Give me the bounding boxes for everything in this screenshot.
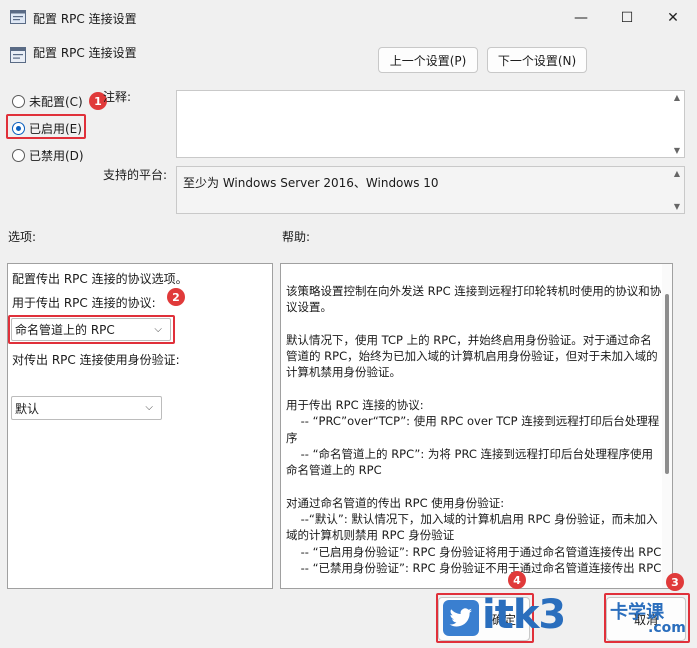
highlight-enabled bbox=[6, 114, 86, 139]
help-panel[interactable]: 该策略设置控制在向外发送 RPC 连接到远程打印轮转机时使用的协议和协议设置。 … bbox=[280, 263, 673, 589]
bird-logo-icon bbox=[443, 600, 479, 636]
help-heading: 帮助: bbox=[282, 230, 311, 244]
radio-not-configured-indicator[interactable] bbox=[12, 95, 25, 108]
next-setting-button[interactable]: 下一个设置(N) bbox=[487, 47, 587, 73]
scroll-up-icon[interactable]: ▲ bbox=[674, 169, 680, 178]
window-title: 配置 RPC 连接设置 bbox=[33, 12, 137, 26]
scroll-down-icon[interactable]: ▼ bbox=[674, 202, 680, 211]
annotation-badge-2: 2 bbox=[167, 288, 185, 306]
radio-not-configured-label: 未配置(C) bbox=[29, 95, 83, 109]
auth-label: 对传出 RPC 连接使用身份验证: bbox=[12, 353, 180, 367]
options-panel bbox=[7, 263, 273, 589]
maximize-button[interactable]: ☐ bbox=[604, 0, 650, 36]
policy-window-icon bbox=[10, 10, 26, 24]
minimize-icon: — bbox=[574, 10, 588, 26]
radio-disabled-label: 已禁用(D) bbox=[29, 149, 84, 163]
help-scrollbar[interactable] bbox=[662, 264, 672, 588]
radio-not-configured[interactable]: 未配置(C) bbox=[12, 93, 83, 110]
auth-select-value: 默认 bbox=[15, 401, 40, 416]
watermark-suffix: .com bbox=[648, 620, 686, 636]
watermark-text: itk3 bbox=[482, 592, 566, 638]
scroll-up-icon[interactable]: ▲ bbox=[674, 93, 680, 102]
platform-value: 至少为 Windows Server 2016、Windows 10 bbox=[183, 176, 439, 190]
options-description: 配置传出 RPC 连接的协议选项。 bbox=[12, 272, 188, 286]
annotation-badge-3: 3 bbox=[666, 573, 684, 591]
setting-title: 配置 RPC 连接设置 bbox=[33, 46, 137, 60]
auth-select[interactable]: 默认 ⌵ bbox=[11, 396, 162, 420]
comment-textarea[interactable]: ▲ ▼ bbox=[176, 90, 685, 158]
help-text: 该策略设置控制在向外发送 RPC 连接到远程打印轮转机时使用的协议和协议设置。 … bbox=[286, 284, 662, 576]
platform-field: 至少为 Windows Server 2016、Windows 10 ▲ ▼ bbox=[176, 166, 685, 214]
policy-setting-icon bbox=[10, 47, 26, 63]
help-scrollbar-thumb[interactable] bbox=[665, 294, 669, 474]
maximize-icon: ☐ bbox=[620, 10, 634, 26]
comment-label: 注释: bbox=[103, 90, 132, 104]
minimize-button[interactable]: — bbox=[558, 0, 604, 36]
highlight-protocol-select bbox=[8, 315, 175, 344]
close-button[interactable]: ✕ bbox=[650, 0, 696, 36]
radio-disabled-indicator[interactable] bbox=[12, 149, 25, 162]
annotation-badge-4: 4 bbox=[508, 571, 526, 589]
protocol-label: 用于传出 RPC 连接的协议: bbox=[12, 296, 156, 310]
prev-setting-button[interactable]: 上一个设置(P) bbox=[378, 47, 478, 73]
options-heading: 选项: bbox=[8, 230, 37, 244]
chevron-down-icon: ⌵ bbox=[145, 402, 153, 413]
close-icon: ✕ bbox=[667, 10, 679, 26]
platform-label: 支持的平台: bbox=[103, 168, 168, 182]
scroll-down-icon[interactable]: ▼ bbox=[674, 146, 680, 155]
radio-disabled[interactable]: 已禁用(D) bbox=[12, 147, 84, 164]
